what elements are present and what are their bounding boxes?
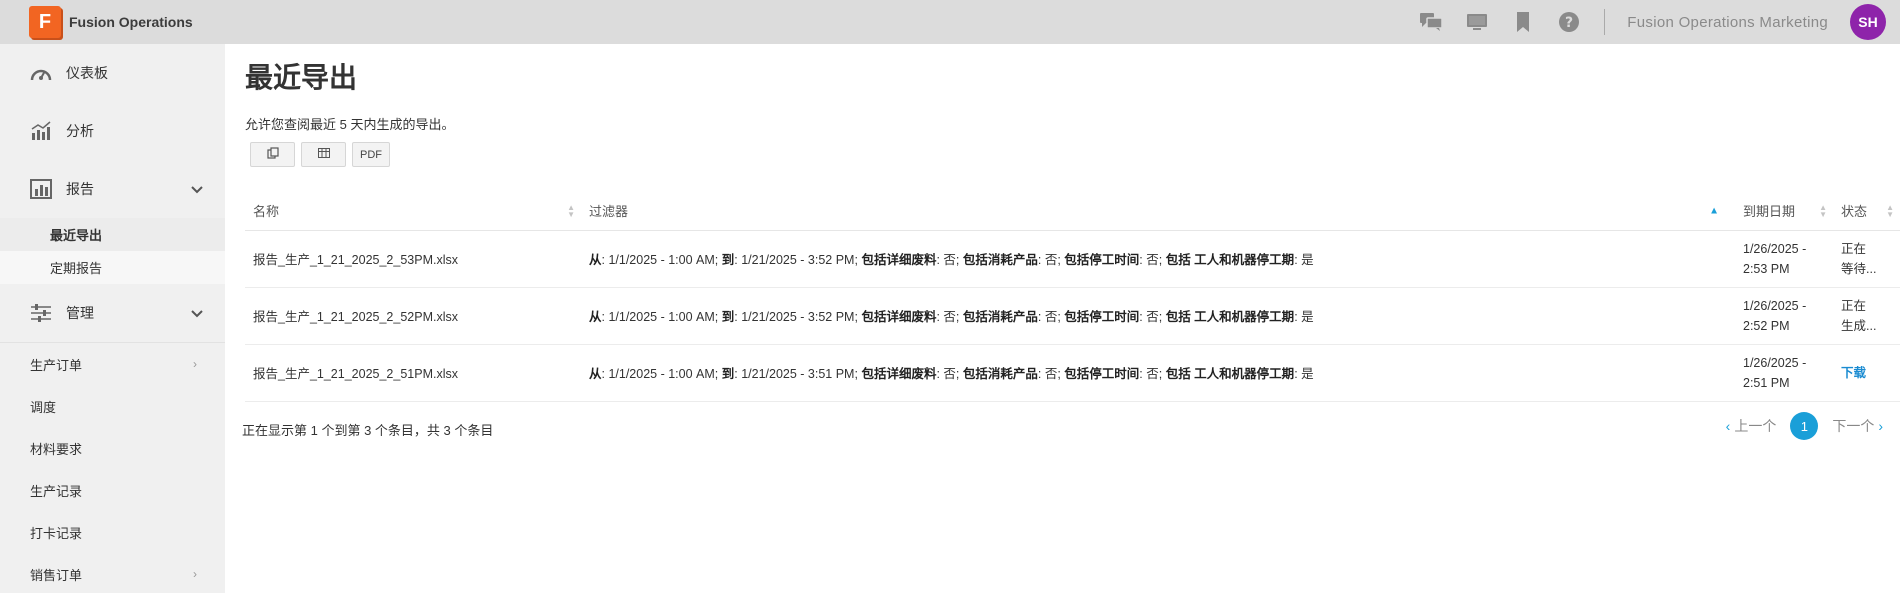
app-name: Fusion Operations [69,14,193,30]
copy-icon [266,147,279,162]
column-header-filter[interactable]: 过滤器 ▲ [581,192,1735,231]
sort-icon[interactable]: ▲ ▼ [1886,203,1894,218]
settings-sliders-icon [30,302,52,324]
sort-icon[interactable]: ▲ ▼ [1819,203,1827,218]
sidebar-item-label: 销售订单 [30,567,83,583]
status-cell: 正在 生成... [1833,287,1900,345]
monitor-icon[interactable] [1454,0,1500,44]
chevron-right-icon: › [193,357,197,371]
sidebar-item-manage[interactable]: 管理 [0,284,225,342]
expiry-date: 1/26/2025 -2:53 PM [1735,230,1833,288]
column-label: 过滤器 [589,204,629,220]
column-header-expiry-date[interactable]: 到期日期 ▲ ▼ [1735,192,1833,231]
sidebar-item-production-records[interactable]: 生产记录 [0,469,225,511]
table-header-row: 名称 ▲ ▼ 过滤器 ▲ 到期日期 ▲ ▼ 状态 ▲ ▼ [245,192,1900,231]
sidebar-subitem-scheduled-reports[interactable]: 定期报告 [0,251,225,284]
chat-icon[interactable] [1408,0,1454,44]
app-logo[interactable]: F [29,6,61,38]
copy-button[interactable] [250,142,295,167]
main-content: 最近导出 允许您查阅最近 5 天内生成的导出。 PDF 名称 ▲ ▼ 过滤器 ▲… [225,44,1900,593]
sidebar-subitem-recent-exports[interactable]: 最近导出 [0,218,225,251]
pdf-button[interactable]: PDF [352,142,390,167]
sidebar-item-production-orders[interactable]: 生产订单 › [0,343,225,385]
table-info: 正在显示第 1 个到第 3 个条目，共 3 个条目 [242,423,494,438]
sidebar-item-label: 打卡记录 [30,525,83,541]
org-name[interactable]: Fusion Operations Marketing [1627,14,1828,31]
status-cell: 正在 等待... [1833,230,1900,288]
excel-button[interactable] [301,142,346,167]
status-cell: 下载 [1833,344,1900,402]
column-label: 状态 [1841,204,1868,220]
export-filter: 从: 1/1/2025 - 1:00 AM; 到: 1/21/2025 - 3:… [581,230,1735,288]
pagination: ‹ 上一个 1 下一个 › [1726,412,1883,440]
page-description: 允许您查阅最近 5 天内生成的导出。 [245,117,455,132]
sidebar-item-label: 仪表板 [66,65,108,81]
sort-icon[interactable]: ▲ ▼ [567,203,575,218]
sidebar-item-label: 生产记录 [30,483,83,499]
column-label: 名称 [253,204,280,220]
spreadsheet-icon [317,148,330,161]
svg-text:?: ? [1565,15,1573,31]
report-icon [30,178,52,200]
sidebar-item-label: 生产订单 [30,357,83,373]
export-filter: 从: 1/1/2025 - 1:00 AM; 到: 1/21/2025 - 3:… [581,344,1735,402]
sidebar-item-label: 分析 [66,123,94,139]
chevron-down-icon[interactable] [191,305,203,321]
header-actions: ? Fusion Operations Marketing SH [1408,0,1900,44]
header-divider [1604,9,1606,35]
chevron-left-icon[interactable]: ‹ [1726,418,1731,434]
sidebar: 仪表板 分析 报告 最近导出 定期报告 管理 生产订单 › 调度 材料要求 生产… [0,44,225,593]
analytics-icon [30,120,52,142]
sidebar-item-label: 管理 [66,305,94,321]
exports-table: 名称 ▲ ▼ 过滤器 ▲ 到期日期 ▲ ▼ 状态 ▲ ▼ 报告_生产_1_21_… [245,192,1900,402]
next-page-button[interactable]: 下一个 [1832,416,1874,436]
prev-page-button[interactable]: 上一个 [1734,416,1776,436]
sidebar-item-scheduling[interactable]: 调度 [0,385,225,427]
sidebar-item-sales-orders[interactable]: 销售订单 › [0,553,225,595]
top-bar: F Fusion Operations ? Fusion Operations … [0,0,1900,44]
export-file-name: 报告_生产_1_21_2025_2_51PM.xlsx [245,344,581,402]
sidebar-item-label: 材料要求 [30,441,83,457]
page-title: 最近导出 [245,62,358,93]
sidebar-item-label: 报告 [66,181,94,197]
bookmark-icon[interactable] [1500,0,1546,44]
page-1-button[interactable]: 1 [1790,412,1819,440]
sidebar-item-label: 调度 [30,399,57,415]
table-row: 报告_生产_1_21_2025_2_51PM.xlsx 从: 1/1/2025 … [245,344,1900,402]
column-label: 到期日期 [1743,204,1796,220]
chevron-right-icon: › [193,567,197,581]
expiry-date: 1/26/2025 -2:51 PM [1735,344,1833,402]
table-row: 报告_生产_1_21_2025_2_52PM.xlsx 从: 1/1/2025 … [245,287,1900,345]
expiry-date: 1/26/2025 -2:52 PM [1735,287,1833,345]
help-icon[interactable]: ? [1546,0,1592,44]
sort-ascending-icon[interactable]: ▲ [1709,205,1719,216]
download-link[interactable]: 下载 [1841,366,1866,380]
chevron-right-icon[interactable]: › [1878,418,1883,434]
export-toolbar: PDF [250,142,390,167]
export-file-name: 报告_生产_1_21_2025_2_52PM.xlsx [245,287,581,345]
chevron-down-icon[interactable] [191,181,203,197]
dashboard-icon [30,62,52,84]
sidebar-item-analytics[interactable]: 分析 [0,102,225,160]
sidebar-item-dashboard[interactable]: 仪表板 [0,44,225,102]
export-filter: 从: 1/1/2025 - 1:00 AM; 到: 1/21/2025 - 3:… [581,287,1735,345]
reports-submenu: 最近导出 定期报告 [0,218,225,284]
sidebar-item-clock-records[interactable]: 打卡记录 [0,511,225,553]
sidebar-item-material-requirements[interactable]: 材料要求 [0,427,225,469]
avatar[interactable]: SH [1850,4,1886,40]
sidebar-item-reports[interactable]: 报告 [0,160,225,218]
column-header-status[interactable]: 状态 ▲ ▼ [1833,192,1900,231]
table-row: 报告_生产_1_21_2025_2_53PM.xlsx 从: 1/1/2025 … [245,230,1900,288]
column-header-name[interactable]: 名称 ▲ ▼ [245,192,581,231]
export-file-name: 报告_生产_1_21_2025_2_53PM.xlsx [245,230,581,288]
